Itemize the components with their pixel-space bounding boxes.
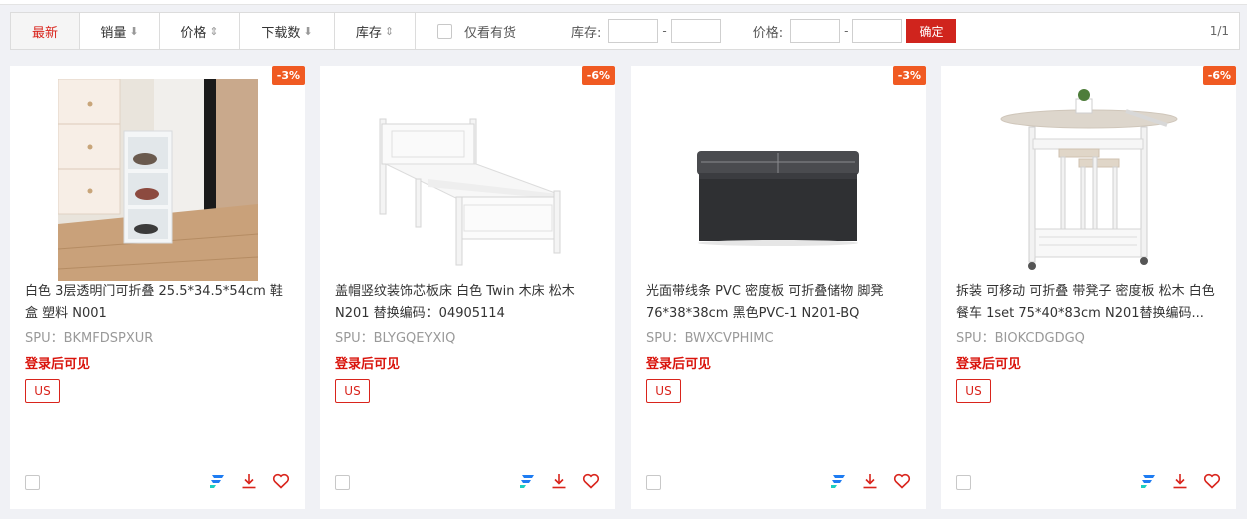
download-icon[interactable] (240, 472, 258, 490)
select-checkbox[interactable] (335, 475, 350, 490)
heart-icon[interactable] (1203, 472, 1221, 490)
confirm-filter-button[interactable]: 确定 (906, 19, 957, 43)
white-bed-image (367, 79, 568, 281)
region-tag: US (25, 379, 60, 403)
product-title[interactable]: 白色 3层透明门可折叠 25.5*34.5*54cm 鞋盒 塑料 N001 (25, 281, 295, 325)
region-tag: US (335, 379, 370, 403)
region-tag: US (646, 379, 681, 403)
kitchen-cart-image (988, 79, 1189, 281)
card-actions (208, 472, 290, 490)
heart-icon[interactable] (272, 472, 290, 490)
product-title[interactable]: 光面带线条 PVC 密度板 可折叠储物 脚凳 76*38*38cm 黑色PVC-… (646, 281, 916, 325)
sort-price[interactable]: 价格 ⇕ (160, 13, 240, 49)
download-icon[interactable] (861, 472, 879, 490)
product-card[interactable]: -3% 光面带线条 PVC 密度板 可折叠储物 脚凳 76*38*38cm 黑色… (631, 66, 926, 509)
product-image[interactable] (10, 79, 305, 281)
product-title[interactable]: 拆装 可移动 可折叠 带凳子 密度板 松木 白色 餐车 1set 75*40*8… (956, 281, 1226, 325)
storage-ottoman-image (678, 79, 879, 281)
sort-stock[interactable]: 库存 ⇕ (335, 13, 416, 49)
product-image[interactable] (941, 79, 1236, 281)
sort-updown-icon: ⇕ (384, 24, 395, 38)
brand-f-icon[interactable] (518, 472, 536, 490)
sort-downloads[interactable]: 下载数 ⬇ (240, 13, 335, 49)
brand-f-icon[interactable] (1139, 472, 1157, 490)
price-login-tip: 登录后可见 (335, 357, 401, 372)
shoe-cabinet-image (57, 79, 258, 281)
select-checkbox[interactable] (646, 475, 661, 490)
heart-icon[interactable] (582, 472, 600, 490)
region-tag: US (956, 379, 991, 403)
in-stock-checkbox[interactable] (437, 23, 452, 39)
product-title[interactable]: 盖帽竖纹装饰芯板床 白色 Twin 木床 松木 N201 替换编码：049051… (335, 281, 605, 325)
product-spu: SPU：BIOKCDGDGQ (956, 331, 1085, 346)
card-actions (1139, 472, 1221, 490)
price-max-input[interactable] (852, 19, 903, 43)
card-actions (518, 472, 600, 490)
price-filter-label: 价格: (752, 25, 784, 41)
card-actions (829, 472, 911, 490)
price-min-input[interactable] (790, 19, 841, 43)
select-checkbox[interactable] (25, 475, 40, 490)
product-spu: SPU：BLYGQEYXIQ (335, 331, 456, 346)
sort-updown-icon: ⇕ (209, 24, 219, 38)
heart-icon[interactable] (893, 472, 911, 490)
sort-down-icon: ⬇ (129, 24, 139, 38)
stock-filter-label: 库存: (571, 25, 602, 41)
product-image[interactable] (631, 79, 926, 281)
stock-max-input[interactable] (670, 19, 721, 43)
product-spu: SPU：BKMFDSPXUR (25, 331, 154, 346)
top-strip (0, 0, 1247, 5)
sort-sales[interactable]: 销量 ⬇ (80, 13, 160, 49)
product-card[interactable]: -3% 白色 3层透明门可折叠 25.5*34.5*54cm 鞋盒 塑料 N00… (10, 66, 305, 509)
page-indicator: 1/1 (1209, 24, 1229, 38)
sort-down-icon: ⬇ (303, 24, 313, 38)
product-spu: SPU：BWXCVPHIMC (646, 331, 774, 346)
product-card[interactable]: -6% 拆装 可移动 可折叠 带凳子 密度板 松木 白色 餐车 1set 75*… (941, 66, 1236, 509)
brand-f-icon[interactable] (208, 472, 226, 490)
product-image[interactable] (320, 79, 615, 281)
brand-f-icon[interactable] (829, 472, 847, 490)
filter-toolbar: 最新 销量 ⬇ 价格 ⇕ 下载数 ⬇ 库存 ⇕ 仅看有货 库存: - 价格: -… (10, 12, 1240, 50)
in-stock-only-toggle[interactable]: 仅看有货 (437, 22, 516, 41)
stock-min-input[interactable] (608, 19, 659, 43)
download-icon[interactable] (1171, 472, 1189, 490)
price-login-tip: 登录后可见 (956, 357, 1022, 372)
download-icon[interactable] (550, 472, 568, 490)
product-card[interactable]: -6% 盖帽竖纹装饰芯板床 白色 Twin 木床 松木 N201 替换编码：04… (320, 66, 615, 509)
price-login-tip: 登录后可见 (646, 357, 712, 372)
sort-newest[interactable]: 最新 (11, 13, 80, 49)
price-login-tip: 登录后可见 (25, 357, 91, 372)
select-checkbox[interactable] (956, 475, 971, 490)
